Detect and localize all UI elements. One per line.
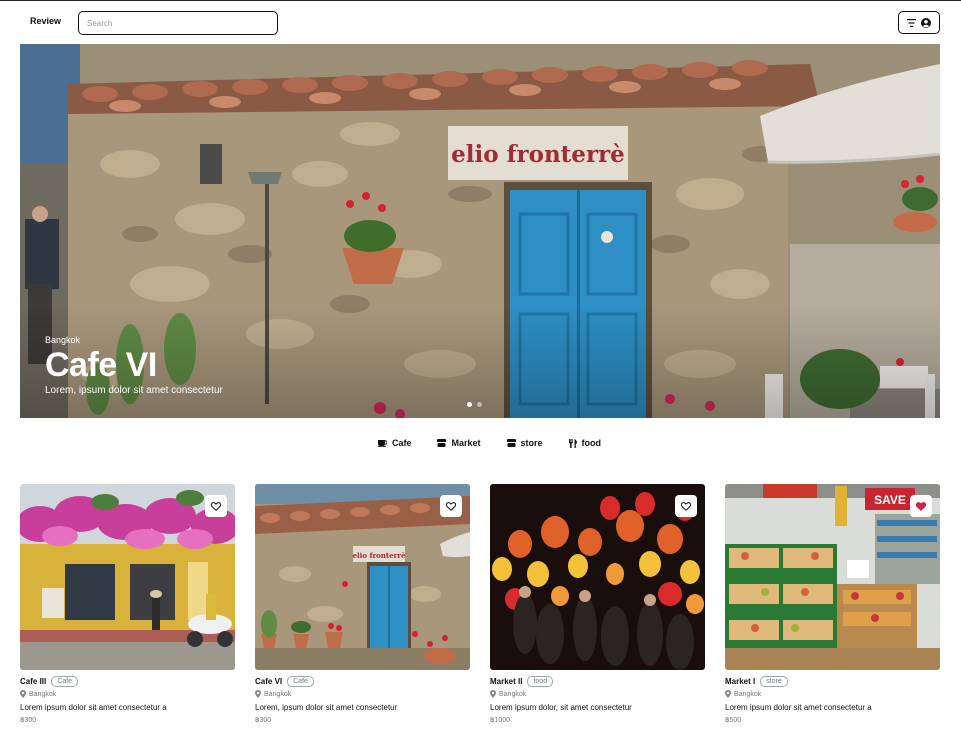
card-price: ฿300: [20, 717, 37, 724]
location-text: Bangkok: [499, 690, 527, 698]
map-pin-icon: [725, 690, 731, 698]
card-image[interactable]: SAVE: [725, 484, 940, 670]
place-card[interactable]: Market II food Bangkok Lorem ipsum dolor…: [490, 484, 705, 724]
map-pin-icon: [20, 690, 26, 698]
filter-lines-icon: [907, 18, 916, 27]
fork-knife-icon: [568, 438, 577, 448]
card-title[interactable]: Market I: [725, 677, 755, 686]
location-text: Bangkok: [29, 690, 57, 698]
hero-city: Bangkok: [45, 335, 81, 345]
card-sign-text: elio fronterrè: [353, 551, 406, 560]
category-market[interactable]: Market: [437, 434, 481, 452]
category-label: food: [581, 438, 602, 448]
hero-title: Cafe VI: [45, 346, 157, 384]
card-description: Lorem ipsum dolor, sit amet consectetur: [490, 703, 632, 712]
category-cafe[interactable]: Cafe: [377, 434, 412, 452]
heart-icon: [681, 501, 691, 511]
heart-icon: [211, 501, 221, 511]
map-pin-icon: [255, 690, 261, 698]
store-icon: [506, 439, 516, 447]
user-circle-icon: [921, 17, 931, 28]
category-food[interactable]: food: [568, 434, 602, 452]
market-stall-icon: [437, 439, 447, 447]
category-badge: Cafe: [287, 676, 314, 687]
card-title[interactable]: Cafe III: [20, 677, 46, 686]
category-badge: store: [760, 676, 788, 687]
favorite-button[interactable]: [205, 495, 227, 517]
card-title[interactable]: Market II: [490, 677, 522, 686]
supermarket-photo: SAVE: [725, 484, 940, 670]
search-box[interactable]: [78, 11, 278, 35]
hero-dot[interactable]: [467, 402, 472, 407]
card-location: Bangkok: [255, 690, 470, 698]
favorite-button[interactable]: [675, 495, 697, 517]
card-price: ฿1000: [490, 717, 511, 724]
category-label: Cafe: [391, 438, 412, 448]
hero-caption: Bangkok Cafe VI Lorem, ipsum dolor sit a…: [45, 335, 223, 396]
card-description: Lorem ipsum dolor sit amet consectetur a: [725, 703, 872, 712]
user-menu-button[interactable]: [898, 11, 940, 34]
card-location: Bangkok: [20, 690, 235, 698]
heart-icon: [916, 501, 926, 511]
card-description: Lorem, ipsum dolor sit amet consectetur: [255, 703, 398, 712]
card-header: Market I store: [725, 676, 940, 687]
location-text: Bangkok: [264, 690, 292, 698]
card-header: Market II food: [490, 676, 705, 687]
save-sign-text: SAVE: [874, 493, 906, 507]
location-text: Bangkok: [734, 690, 762, 698]
favorite-button[interactable]: [910, 495, 932, 517]
card-price: ฿500: [725, 717, 742, 724]
card-image[interactable]: elio fronterrè: [255, 484, 470, 670]
category-badge: Cafe: [51, 676, 79, 687]
category-label: Market: [451, 438, 481, 448]
card-header: Cafe III Cafe: [20, 676, 235, 687]
heart-icon: [446, 501, 456, 511]
category-store[interactable]: store: [506, 434, 543, 452]
card-header: Cafe VI Cafe: [255, 676, 470, 687]
card-image[interactable]: [490, 484, 705, 670]
card-location: Bangkok: [725, 690, 940, 698]
category-bar: Cafe Market store food: [0, 434, 961, 452]
hero-dot[interactable]: [477, 402, 482, 407]
search-input[interactable]: [79, 12, 277, 34]
market-photo: [490, 484, 705, 670]
card-description: Lorem ipsum dolor sit amet consectetur a: [20, 703, 167, 712]
place-card[interactable]: elio fronterrè Cafe VI Cafe Bangkok Lore…: [255, 484, 470, 724]
cafe-photo: [20, 484, 235, 670]
favorite-button[interactable]: [440, 495, 462, 517]
hero-sign-text: elio fronterrè: [451, 141, 625, 168]
card-image[interactable]: [20, 484, 235, 670]
hero-description: Lorem, ipsum dolor sit amet consectetur: [45, 385, 223, 396]
header: Review: [0, 1, 961, 43]
place-card[interactable]: Cafe III Cafe Bangkok Lorem ipsum dolor …: [20, 484, 235, 724]
place-card[interactable]: SAVE Market I store Bangkok Lorem ipsum …: [725, 484, 940, 724]
hero-banner[interactable]: elio fronterrè Bangkok Cafe VI Lorem, ip…: [20, 44, 940, 418]
cafe-photo: elio fronterrè: [255, 484, 470, 670]
brand-logo[interactable]: Review: [30, 16, 61, 26]
coffee-cup-icon: [377, 440, 387, 447]
category-label: store: [520, 438, 543, 448]
card-title[interactable]: Cafe VI: [255, 677, 282, 686]
category-badge: food: [527, 676, 554, 687]
map-pin-icon: [490, 690, 496, 698]
hero-pagination: [467, 402, 482, 407]
card-location: Bangkok: [490, 690, 705, 698]
card-price: ฿300: [255, 717, 272, 724]
